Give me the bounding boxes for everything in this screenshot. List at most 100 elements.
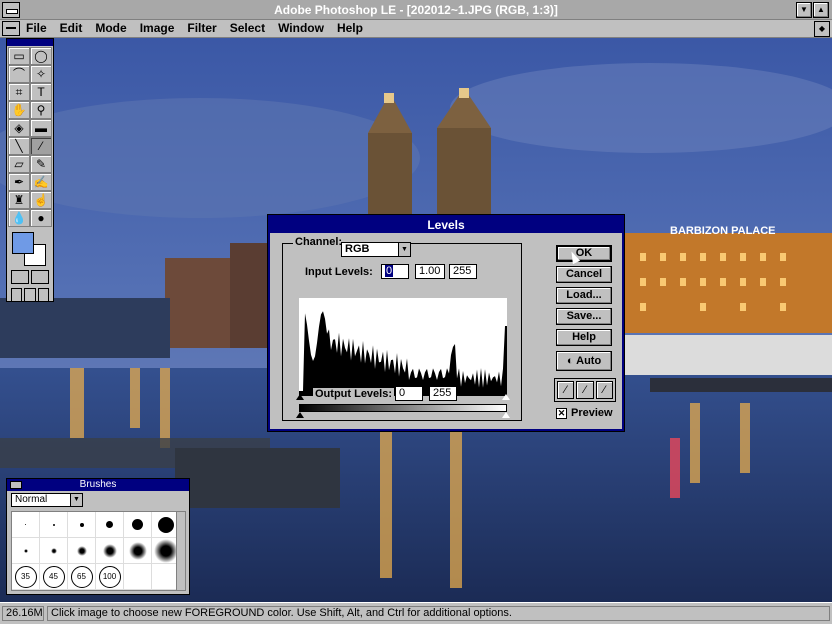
eraser-tool-icon[interactable]: ▱: [8, 155, 30, 173]
rubber-stamp-tool-icon[interactable]: ♜: [8, 191, 30, 209]
gray-eyedropper-icon[interactable]: ⁄: [576, 381, 594, 399]
brushes-caption[interactable]: Brushes: [7, 479, 189, 491]
menu-edit[interactable]: Edit: [60, 21, 83, 35]
eyedropper-tool-icon[interactable]: ⁄: [30, 137, 52, 155]
brush-option[interactable]: [12, 538, 40, 564]
dodge-burn-tool-icon[interactable]: ●: [30, 209, 52, 227]
brush-option[interactable]: [96, 538, 124, 564]
chevron-down-icon: ▼: [398, 243, 410, 256]
line-tool-icon[interactable]: ╲: [8, 137, 30, 155]
input-black-slider[interactable]: [296, 394, 304, 400]
brush-option[interactable]: [96, 512, 124, 538]
brush-option[interactable]: [12, 512, 40, 538]
smudge-tool-icon[interactable]: ☝: [30, 191, 52, 209]
status-message: Click image to choose new FOREGROUND col…: [47, 606, 830, 621]
color-swatches: [7, 228, 53, 268]
toolbox-palette: ▭ ◯ ⌒ ✧ ⌗ T ✋ ⚲ ◈ ▬ ╲ ⁄ ▱ ✎ ✒ ✍ ♜ ☝ 💧 ●: [6, 38, 54, 302]
restore-document-button[interactable]: ◆: [814, 21, 830, 37]
lasso-tool-icon[interactable]: ⌒: [8, 65, 30, 83]
output-white-slider[interactable]: [502, 412, 510, 418]
ellipse-marquee-tool-icon[interactable]: ◯: [30, 47, 52, 65]
histogram: [299, 298, 507, 396]
menu-select[interactable]: Select: [230, 21, 265, 35]
hand-tool-icon[interactable]: ✋: [8, 101, 30, 119]
quick-mask-mode-icon[interactable]: [31, 270, 49, 284]
eyedropper-group: ⁄ ⁄ ⁄: [554, 378, 616, 402]
output-levels-label: Output Levels:: [313, 388, 395, 400]
magic-wand-tool-icon[interactable]: ✧: [30, 65, 52, 83]
rect-marquee-tool-icon[interactable]: ▭: [8, 47, 30, 65]
app-titlebar: Adobe Photoshop LE - [202012~1.JPG (RGB,…: [0, 0, 832, 20]
output-black-field[interactable]: 0: [395, 386, 423, 401]
menu-bar: File Edit Mode Image Filter Select Windo…: [0, 20, 832, 38]
brush-option[interactable]: 45: [40, 564, 68, 590]
chevron-down-icon: ▼: [70, 494, 82, 506]
ok-button[interactable]: OK: [556, 245, 612, 262]
checkbox-icon: ✕: [556, 407, 567, 419]
airbrush-tool-icon[interactable]: ✒: [8, 173, 30, 191]
blur-tool-icon[interactable]: 💧: [8, 209, 30, 227]
palette-close-icon[interactable]: [10, 481, 22, 489]
paint-bucket-tool-icon[interactable]: ◈: [8, 119, 30, 137]
channel-select[interactable]: RGB ▼: [341, 242, 411, 257]
zoom-tool-icon[interactable]: ⚲: [30, 101, 52, 119]
brush-option[interactable]: [124, 564, 152, 590]
brush-option[interactable]: [40, 538, 68, 564]
output-black-slider[interactable]: [296, 412, 304, 418]
brush-option[interactable]: 100: [96, 564, 124, 590]
screen-mode-2-icon[interactable]: [24, 288, 36, 302]
output-white-field[interactable]: 255: [429, 386, 457, 401]
input-black-field[interactable]: 0: [381, 264, 409, 279]
save-button[interactable]: Save...: [556, 308, 612, 325]
menu-image[interactable]: Image: [140, 21, 175, 35]
menu-filter[interactable]: Filter: [187, 21, 216, 35]
cancel-button[interactable]: Cancel: [556, 266, 612, 283]
gradient-tool-icon[interactable]: ▬: [30, 119, 52, 137]
menu-window[interactable]: Window: [278, 21, 324, 35]
toolbox-caption[interactable]: [7, 39, 53, 46]
black-eyedropper-icon[interactable]: ⁄: [557, 381, 575, 399]
brush-option[interactable]: [124, 538, 152, 564]
paintbrush-tool-icon[interactable]: ✍: [30, 173, 52, 191]
brush-option[interactable]: 35: [12, 564, 40, 590]
input-levels-label: Input Levels:: [303, 266, 375, 278]
brushes-palette: Brushes Normal ▼ 35 45 65 100: [6, 478, 190, 595]
load-button[interactable]: Load...: [556, 287, 612, 304]
type-tool-icon[interactable]: T: [30, 83, 52, 101]
auto-button[interactable]: ◐ Auto: [556, 351, 612, 371]
document-menu-icon[interactable]: [2, 21, 20, 36]
brush-option[interactable]: 65: [68, 564, 96, 590]
foreground-color-swatch[interactable]: [12, 232, 34, 254]
input-white-slider[interactable]: [502, 394, 510, 400]
levels-dialog: Levels Channel: RGB ▼ Input Levels: 0 1.…: [268, 215, 624, 431]
menu-mode[interactable]: Mode: [95, 21, 126, 35]
app-title: Adobe Photoshop LE - [202012~1.JPG (RGB,…: [274, 3, 558, 17]
half-circle-icon: ◐: [566, 355, 574, 367]
output-gradient: [299, 404, 507, 412]
brush-option[interactable]: [68, 512, 96, 538]
white-eyedropper-icon[interactable]: ⁄: [595, 381, 613, 399]
levels-panel: Channel: RGB ▼ Input Levels: 0 1.00 255 …: [282, 236, 522, 421]
minimize-button[interactable]: ▼: [796, 2, 812, 18]
brush-grid: 35 45 65 100: [11, 511, 180, 591]
menu-help[interactable]: Help: [337, 21, 363, 35]
brushes-title: Brushes: [79, 479, 117, 490]
levels-title: Levels: [270, 217, 622, 233]
brush-mode-select[interactable]: Normal ▼: [11, 493, 83, 507]
crop-tool-icon[interactable]: ⌗: [8, 83, 30, 101]
brushes-scrollbar[interactable]: [176, 511, 186, 591]
help-button[interactable]: Help: [556, 329, 612, 346]
pencil-tool-icon[interactable]: ✎: [30, 155, 52, 173]
brush-option[interactable]: [124, 512, 152, 538]
document-size: 26.16M: [2, 606, 44, 621]
brush-option[interactable]: [68, 538, 96, 564]
menu-file[interactable]: File: [26, 21, 47, 35]
standard-mode-icon[interactable]: [11, 270, 29, 284]
preview-checkbox[interactable]: ✕ Preview: [556, 407, 613, 419]
input-gamma-field[interactable]: 1.00: [415, 264, 445, 279]
maximize-button[interactable]: ▲: [813, 2, 829, 18]
brush-option[interactable]: [40, 512, 68, 538]
screen-mode-1-icon[interactable]: [11, 288, 23, 302]
screen-mode-3-icon[interactable]: [37, 288, 49, 302]
input-white-field[interactable]: 255: [449, 264, 477, 279]
